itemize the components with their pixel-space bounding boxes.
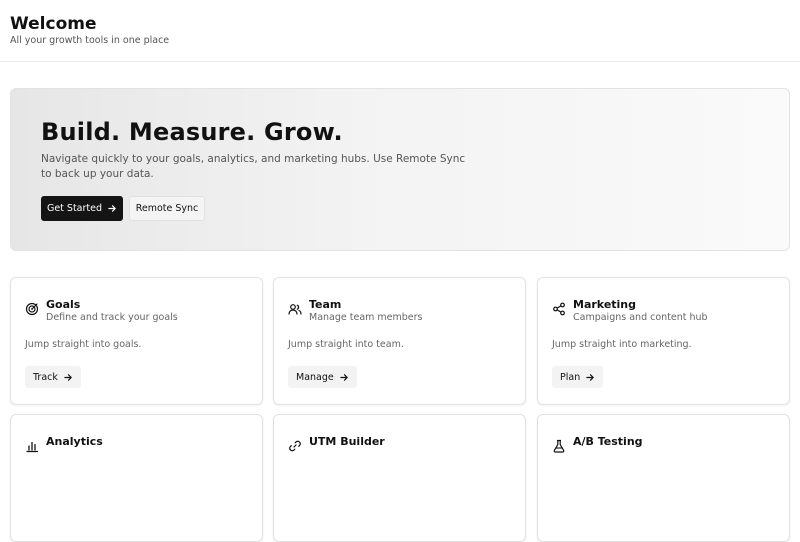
page-subtitle: All your growth tools in one place <box>10 35 170 46</box>
page-title: Welcome <box>10 14 97 34</box>
share-icon <box>552 302 566 316</box>
hero-banner: Build. Measure. Grow. Navigate quickly t… <box>10 88 790 251</box>
arrow-right-icon <box>340 373 349 382</box>
flask-icon <box>552 439 566 453</box>
card-team: Team Manage team members Jump straight i… <box>273 277 526 405</box>
users-icon <box>288 302 302 316</box>
arrow-right-icon <box>108 204 117 213</box>
remote-sync-button[interactable]: Remote Sync <box>129 196 205 221</box>
card-utm-builder: UTM Builder <box>273 414 526 542</box>
card-subtitle: Define and track your goals <box>46 312 178 323</box>
bar-chart-icon <box>25 439 39 453</box>
manage-label: Manage <box>296 371 334 383</box>
link-icon <box>288 439 302 453</box>
arrow-right-icon <box>64 373 73 382</box>
track-label: Track <box>33 371 58 383</box>
card-body: Jump straight into marketing. <box>552 339 692 350</box>
card-analytics: Analytics <box>10 414 263 542</box>
target-icon <box>25 302 39 316</box>
card-title: Marketing <box>573 298 637 311</box>
arrow-right-icon <box>586 373 595 382</box>
plan-button[interactable]: Plan <box>552 366 604 388</box>
plan-label: Plan <box>560 371 581 383</box>
card-title: A/B Testing <box>573 435 643 448</box>
card-marketing: Marketing Campaigns and content hub Jump… <box>537 277 790 405</box>
card-body: Jump straight into team. <box>288 339 404 350</box>
card-body: Jump straight into goals. <box>25 339 142 350</box>
card-title: Goals <box>46 298 81 311</box>
card-subtitle: Campaigns and content hub <box>573 312 708 323</box>
card-title: UTM Builder <box>309 435 385 448</box>
card-goals: Goals Define and track your goals Jump s… <box>10 277 263 405</box>
remote-sync-label: Remote Sync <box>135 203 199 214</box>
card-subtitle: Manage team members <box>309 312 423 323</box>
page-header: Welcome All your growth tools in one pla… <box>0 0 800 62</box>
get-started-button[interactable]: Get Started <box>41 196 123 221</box>
hero-description: Navigate quickly to your goals, analytic… <box>41 153 466 180</box>
manage-button[interactable]: Manage <box>288 366 357 388</box>
card-title: Analytics <box>46 435 103 448</box>
track-button[interactable]: Track <box>25 366 81 388</box>
get-started-label: Get Started <box>46 203 103 214</box>
card-title: Team <box>309 298 342 311</box>
card-ab-testing: A/B Testing <box>537 414 790 542</box>
hero-headline: Build. Measure. Grow. <box>41 118 343 146</box>
